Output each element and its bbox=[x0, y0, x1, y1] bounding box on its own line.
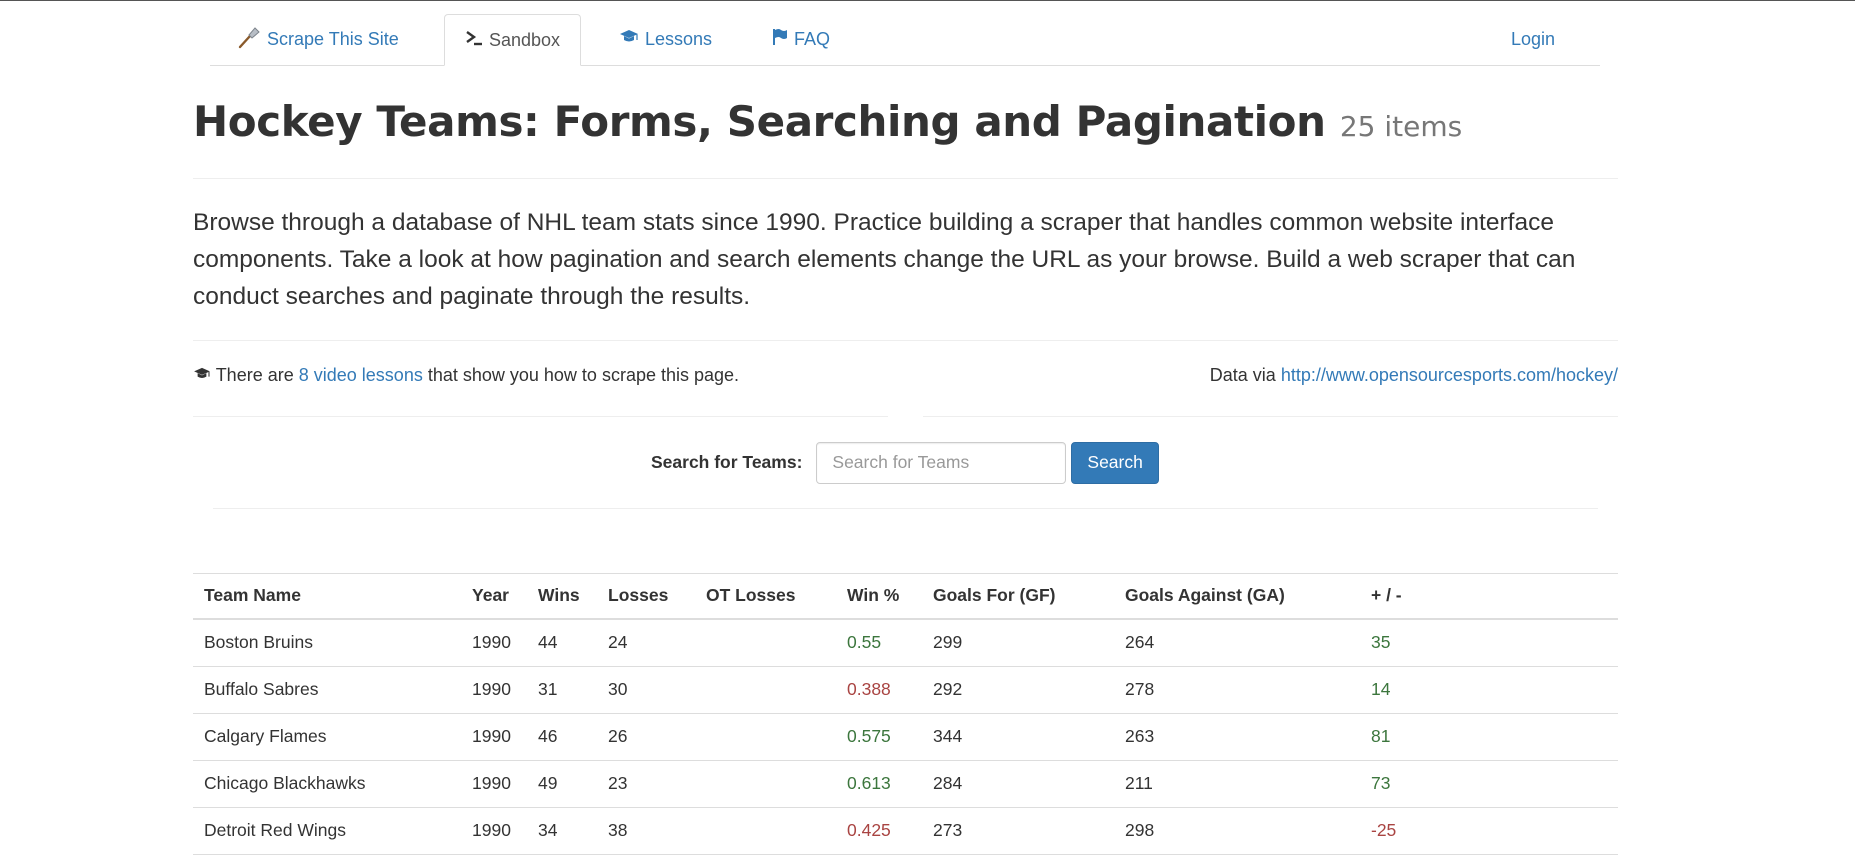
year-cell: 1990 bbox=[461, 713, 527, 761]
nav-tab-lessons-label: Lessons bbox=[645, 28, 713, 49]
lessons-note: There are 8 video lessons that show you … bbox=[193, 365, 739, 386]
table-row: Buffalo Sabres 1990 31 30 0.388 292 278 … bbox=[193, 666, 1618, 714]
nav-tab-faq-label: FAQ bbox=[794, 28, 831, 49]
goals-for-cell: 284 bbox=[922, 760, 1114, 808]
wins-cell: 34 bbox=[527, 807, 597, 855]
win-pct-cell: 0.425 bbox=[836, 807, 922, 855]
goals-against-cell: 298 bbox=[1114, 807, 1360, 855]
nav-brand-link[interactable]: Scrape This Site bbox=[237, 14, 399, 64]
ot-losses-cell bbox=[695, 666, 836, 714]
team-name-cell: Detroit Red Wings bbox=[193, 807, 461, 855]
title-divider bbox=[193, 178, 1618, 179]
wins-cell: 49 bbox=[527, 760, 597, 808]
column-header-team-name: Team Name bbox=[193, 573, 461, 620]
losses-cell: 38 bbox=[597, 807, 695, 855]
item-count: 25 items bbox=[1339, 110, 1463, 143]
search-input[interactable] bbox=[816, 441, 1067, 484]
nav-tab-sandbox-label: Sandbox bbox=[489, 29, 561, 50]
terminal-icon bbox=[465, 30, 483, 51]
form-divider bbox=[213, 508, 1598, 509]
plus-minus-cell: 73 bbox=[1360, 760, 1618, 808]
data-source-link[interactable]: http://www.opensourcesports.com/hockey/ bbox=[1281, 365, 1618, 385]
table-header-row: Team Name Year Wins Losses OT Losses Win… bbox=[193, 573, 1618, 620]
column-header-goals-against: Goals Against (GA) bbox=[1114, 573, 1360, 620]
flag-icon bbox=[772, 28, 788, 51]
year-cell: 1990 bbox=[461, 760, 527, 808]
losses-cell: 26 bbox=[597, 713, 695, 761]
graduation-cap-icon bbox=[619, 29, 639, 50]
column-header-year: Year bbox=[461, 573, 527, 620]
video-lessons-link[interactable]: 8 video lessons bbox=[299, 365, 423, 385]
data-credit: Data via http://www.opensourcesports.com… bbox=[1210, 365, 1618, 386]
nav-brand-label: Scrape This Site bbox=[267, 28, 399, 49]
plus-minus-cell: 81 bbox=[1360, 713, 1618, 761]
ot-losses-cell bbox=[695, 807, 836, 855]
plus-minus-cell: 14 bbox=[1360, 666, 1618, 714]
column-header-plus-minus: + / - bbox=[1360, 573, 1618, 620]
win-pct-cell: 0.388 bbox=[836, 666, 922, 714]
section-divider-left bbox=[193, 416, 888, 417]
year-cell: 1990 bbox=[461, 666, 527, 714]
page-title-text: Hockey Teams: Forms, Searching and Pagin… bbox=[193, 97, 1326, 146]
column-header-losses: Losses bbox=[597, 573, 695, 620]
goals-against-cell: 263 bbox=[1114, 713, 1360, 761]
wins-cell: 44 bbox=[527, 618, 597, 667]
nav-login-link[interactable]: Login bbox=[1511, 14, 1555, 64]
column-header-goals-for: Goals For (GF) bbox=[922, 573, 1114, 620]
losses-cell: 23 bbox=[597, 760, 695, 808]
plus-minus-cell: -25 bbox=[1360, 807, 1618, 855]
losses-cell: 30 bbox=[597, 666, 695, 714]
goals-for-cell: 273 bbox=[922, 807, 1114, 855]
table-row: Boston Bruins 1990 44 24 0.55 299 264 35 bbox=[193, 618, 1618, 667]
column-header-wins: Wins bbox=[527, 573, 597, 620]
win-pct-cell: 0.55 bbox=[836, 618, 922, 667]
goals-for-cell: 292 bbox=[922, 666, 1114, 714]
navbar: Scrape This Site Sandbox Lessons FAQ Log… bbox=[210, 14, 1600, 66]
search-button[interactable]: Search bbox=[1071, 441, 1159, 484]
spatula-icon bbox=[237, 25, 261, 54]
wins-cell: 46 bbox=[527, 713, 597, 761]
goals-against-cell: 278 bbox=[1114, 666, 1360, 714]
goals-for-cell: 299 bbox=[922, 618, 1114, 667]
goals-for-cell: 344 bbox=[922, 713, 1114, 761]
graduation-cap-icon bbox=[193, 365, 216, 385]
data-credit-prefix: Data via bbox=[1209, 365, 1276, 385]
win-pct-cell: 0.613 bbox=[836, 760, 922, 808]
description-divider bbox=[193, 340, 1618, 341]
column-header-ot-losses: OT Losses bbox=[695, 573, 836, 620]
teams-table: Team Name Year Wins Losses OT Losses Win… bbox=[193, 573, 1618, 855]
table-row: Detroit Red Wings 1990 34 38 0.425 273 2… bbox=[193, 807, 1618, 855]
goals-against-cell: 211 bbox=[1114, 760, 1360, 808]
lessons-note-prefix: There are bbox=[215, 365, 294, 385]
year-cell: 1990 bbox=[461, 618, 527, 667]
page-description: Browse through a database of NHL team st… bbox=[193, 209, 1576, 310]
team-name-cell: Chicago Blackhawks bbox=[193, 760, 461, 808]
win-pct-cell: 0.575 bbox=[836, 713, 922, 761]
nav-tab-sandbox[interactable]: Sandbox bbox=[444, 14, 582, 66]
section-divider-right bbox=[923, 416, 1618, 417]
goals-against-cell: 264 bbox=[1114, 618, 1360, 667]
team-name-cell: Boston Bruins bbox=[193, 618, 461, 667]
table-row: Chicago Blackhawks 1990 49 23 0.613 284 … bbox=[193, 760, 1618, 808]
ot-losses-cell bbox=[695, 618, 836, 667]
nav-tab-lessons[interactable]: Lessons bbox=[619, 14, 712, 64]
team-name-cell: Buffalo Sabres bbox=[193, 666, 461, 714]
team-name-cell: Calgary Flames bbox=[193, 713, 461, 761]
ot-losses-cell bbox=[695, 713, 836, 761]
wins-cell: 31 bbox=[527, 666, 597, 714]
search-label: Search for Teams: bbox=[651, 452, 803, 472]
plus-minus-cell: 35 bbox=[1360, 618, 1618, 667]
table-row: Calgary Flames 1990 46 26 0.575 344 263 … bbox=[193, 713, 1618, 761]
lessons-note-suffix: that show you how to scrape this page. bbox=[427, 365, 740, 385]
search-form: Search for Teams: Search bbox=[651, 441, 1159, 484]
page-title: Hockey Teams: Forms, Searching and Pagin… bbox=[193, 97, 1462, 146]
nav-tab-faq[interactable]: FAQ bbox=[772, 14, 830, 64]
ot-losses-cell bbox=[695, 760, 836, 808]
year-cell: 1990 bbox=[461, 807, 527, 855]
losses-cell: 24 bbox=[597, 618, 695, 667]
column-header-win-pct: Win % bbox=[836, 573, 922, 620]
